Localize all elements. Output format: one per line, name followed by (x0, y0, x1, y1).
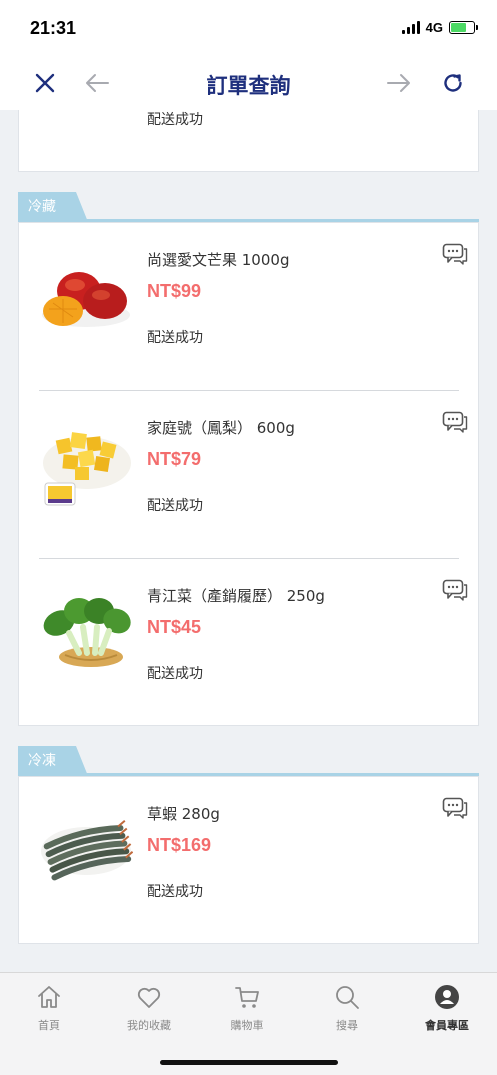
list-item[interactable]: 草蝦 280g NT$169 配送成功 (19, 777, 480, 945)
order-content[interactable]: 配送成功 冷藏 尚選愛文芒果 1000g NT$99 配送成功 家庭號（鳳梨） … (0, 110, 497, 972)
heart-icon (137, 987, 161, 1008)
chat-button[interactable] (442, 411, 468, 433)
status-bar: 21:31 4G (0, 0, 497, 56)
tab-cart[interactable]: 購物車 (207, 983, 287, 1033)
previous-order-card: 配送成功 (18, 110, 479, 172)
tab-home[interactable]: 首頁 (9, 983, 89, 1033)
item-status: 配送成功 (147, 884, 203, 900)
section-tag-refrigerated: 冷藏 (18, 192, 479, 222)
item-name: 家庭號（鳳梨） 600g (147, 419, 295, 437)
shrimp-image (41, 819, 133, 881)
tab-search[interactable]: 搜尋 (307, 983, 387, 1033)
battery-icon (449, 21, 478, 34)
item-status: 配送成功 (147, 666, 203, 682)
navigation-bar: 訂單查詢 (0, 56, 497, 110)
item-status: 配送成功 (147, 112, 203, 128)
status-indicators: 4G (401, 20, 478, 35)
search-icon (336, 986, 359, 1009)
network-type: 4G (425, 20, 443, 35)
home-indicator (160, 1060, 338, 1065)
home-icon (38, 986, 60, 1008)
frozen-items-card: 草蝦 280g NT$169 配送成功 (18, 776, 479, 944)
item-status: 配送成功 (147, 330, 203, 346)
refresh-icon (444, 74, 462, 92)
list-item[interactable]: 尚選愛文芒果 1000g NT$99 配送成功 (19, 223, 480, 391)
refresh-button[interactable] (438, 68, 468, 98)
item-price: NT$45 (147, 617, 202, 637)
tab-favorites[interactable]: 我的收藏 (109, 983, 189, 1033)
arrow-right-icon (387, 74, 410, 92)
section-tag-label: 冷凍 (18, 746, 88, 776)
item-status: 配送成功 (147, 498, 203, 514)
chat-button[interactable] (442, 797, 468, 819)
mango-image (42, 272, 130, 327)
pineapple-image (43, 432, 131, 506)
tab-label: 會員專區 (425, 1019, 469, 1032)
tab-member[interactable]: 會員專區 (407, 983, 487, 1033)
tab-label: 我的收藏 (127, 1019, 171, 1032)
tab-label: 購物車 (230, 1019, 264, 1032)
bok-choy-image (43, 598, 131, 667)
section-tag-frozen: 冷凍 (18, 746, 479, 776)
section-tag-label: 冷藏 (18, 192, 88, 222)
list-item[interactable]: 家庭號（鳳梨） 600g NT$79 配送成功 (19, 391, 480, 559)
chat-button[interactable] (442, 579, 468, 601)
status-time: 21:31 (30, 18, 77, 38)
cart-icon (235, 987, 259, 1008)
forward-button[interactable] (384, 68, 414, 98)
page-title: 訂單查詢 (206, 74, 291, 98)
member-icon (435, 985, 459, 1009)
item-price: NT$79 (147, 449, 202, 469)
item-price: NT$99 (147, 281, 202, 301)
item-price: NT$169 (147, 835, 212, 855)
list-item[interactable]: 青江菜（產銷履歷） 250g NT$45 配送成功 (19, 559, 480, 727)
item-name: 草蝦 280g (147, 805, 220, 823)
item-name: 青江菜（產銷履歷） 250g (147, 587, 325, 605)
signal-icon (401, 21, 420, 34)
item-name: 尚選愛文芒果 1000g (147, 251, 290, 269)
chat-button[interactable] (442, 243, 468, 265)
tab-label: 首頁 (38, 1019, 60, 1032)
refrigerated-items-card: 尚選愛文芒果 1000g NT$99 配送成功 家庭號（鳳梨） 600g NT$… (18, 222, 479, 726)
tab-label: 搜尋 (336, 1019, 358, 1032)
